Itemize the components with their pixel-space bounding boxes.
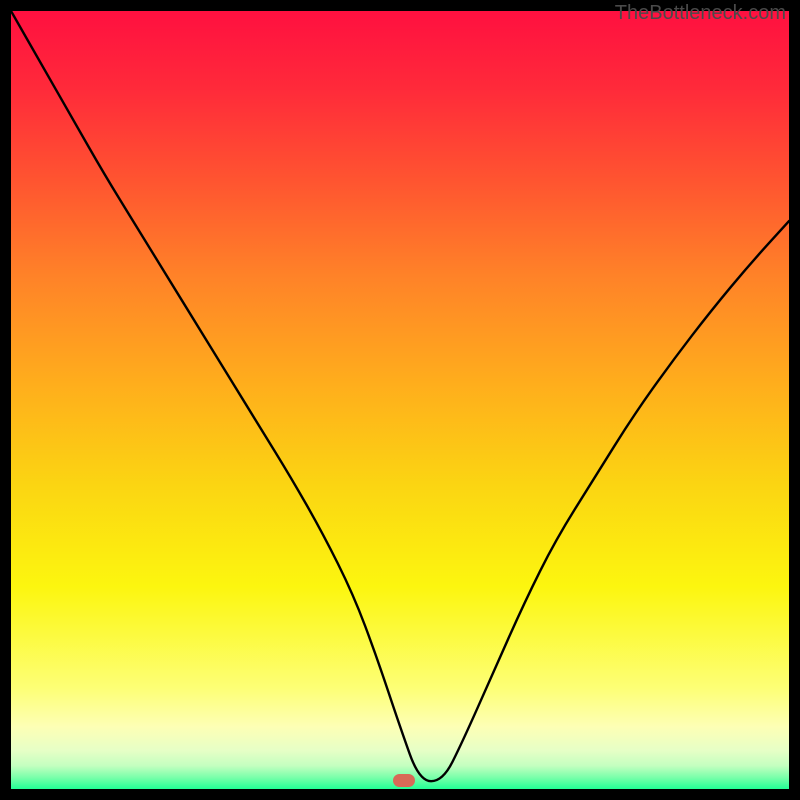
minimum-marker-icon	[393, 774, 415, 787]
bottleneck-curve-path	[11, 11, 789, 781]
curve-svg	[11, 11, 789, 789]
chart-container: TheBottleneck.com	[0, 0, 800, 800]
plot-area	[11, 11, 789, 789]
watermark-text: TheBottleneck.com	[615, 2, 786, 25]
